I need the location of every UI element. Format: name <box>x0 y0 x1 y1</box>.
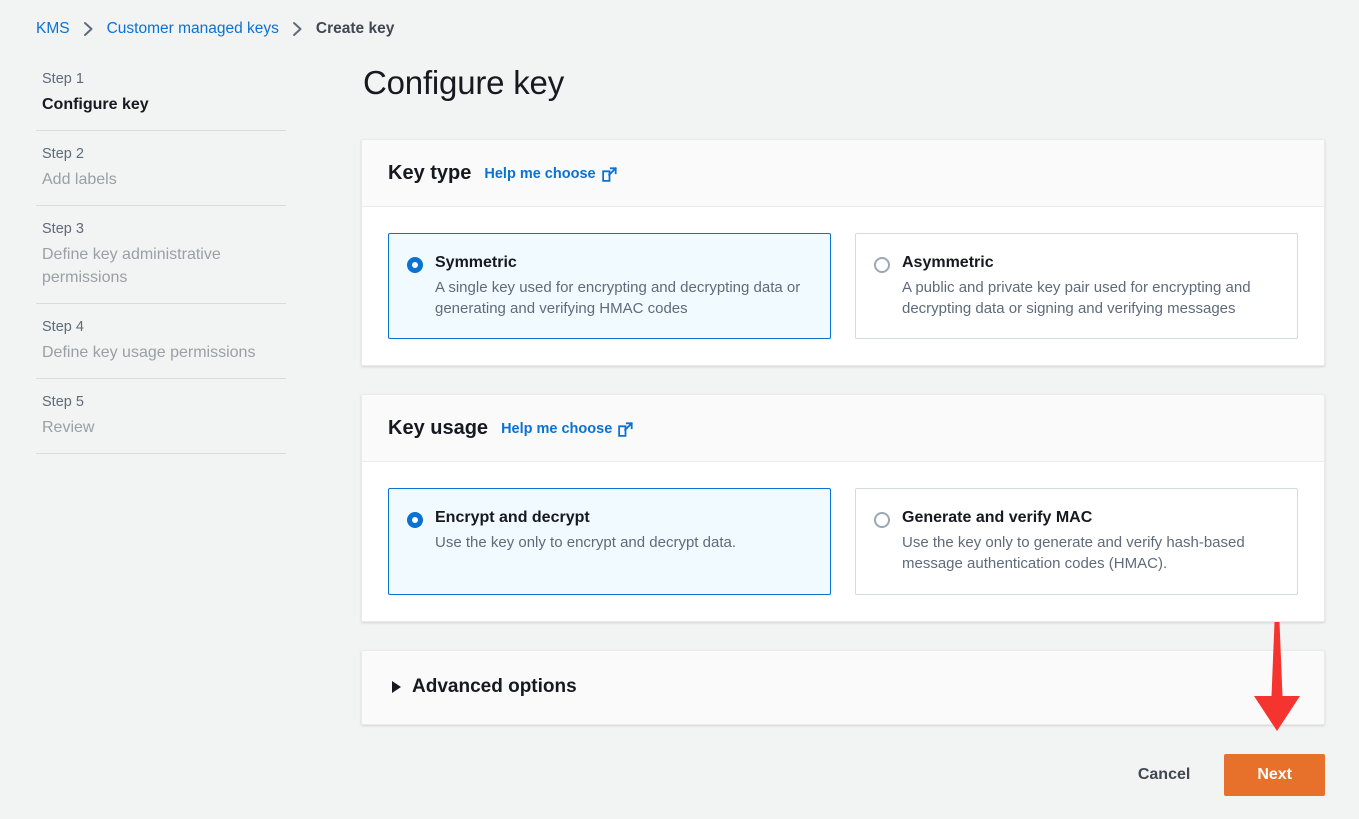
option-description: Use the key only to generate and verify … <box>902 534 1245 573</box>
key-type-option-asymmetric[interactable]: Asymmetric A public and private key pair… <box>855 233 1298 340</box>
advanced-options-expander[interactable]: Advanced options <box>361 649 1325 725</box>
step-number: Step 3 <box>42 220 84 237</box>
sidebar-step-2[interactable]: Step 2 Add labels <box>36 131 286 206</box>
advanced-options-label: Advanced options <box>412 675 577 697</box>
help-link-label: Help me choose <box>484 166 596 182</box>
step-number: Step 4 <box>42 319 84 335</box>
form-actions: Cancel Next <box>361 753 1325 796</box>
key-type-panel-header: Key type Help me choose <box>362 140 1324 207</box>
step-label: Define key usage permissions <box>42 343 256 361</box>
option-description: Use the key only to encrypt and decrypt … <box>435 534 737 552</box>
steps-sidebar: Step 1 Configure key Step 2 Add labels S… <box>36 64 286 454</box>
chevron-right-icon <box>279 21 316 37</box>
key-usage-panel-header: Key usage Help me choose <box>362 395 1324 463</box>
key-type-panel: Key type Help me choose Symmetric A sing… <box>361 139 1325 367</box>
cancel-button[interactable]: Cancel <box>1132 758 1196 792</box>
key-usage-option-encrypt-and-decrypt[interactable]: Encrypt and decrypt Use the key only to … <box>388 488 831 595</box>
key-usage-title: Key usage <box>388 417 489 440</box>
sidebar-step-3[interactable]: Step 3 Define key administrative permiss… <box>36 206 286 304</box>
radio-unselected-icon[interactable] <box>874 257 890 273</box>
caret-right-icon <box>392 680 401 693</box>
radio-selected-icon[interactable] <box>407 257 423 273</box>
page-title: Configure key <box>363 64 565 101</box>
key-type-option-symmetric[interactable]: Symmetric A single key used for encrypti… <box>388 233 831 340</box>
key-usage-options: Encrypt and decrypt Use the key only to … <box>362 462 1324 620</box>
key-usage-panel: Key usage Help me choose Encrypt and dec… <box>361 394 1325 622</box>
main-content: Configure key Key type Help me choose Sy… <box>361 64 1325 796</box>
key-type-help-me-choose-link[interactable]: Help me choose <box>484 166 617 182</box>
create-key-page: KMS Customer managed keys Create key Ste… <box>0 0 1359 819</box>
step-label: Review <box>42 418 95 436</box>
breadcrumb-item-customer-managed-keys[interactable]: Customer managed keys <box>107 20 279 38</box>
sidebar-step-4[interactable]: Step 4 Define key usage permissions <box>36 304 286 379</box>
key-usage-option-generate-and-verify-mac[interactable]: Generate and verify MAC Use the key only… <box>855 488 1298 595</box>
radio-unselected-icon[interactable] <box>874 512 890 529</box>
chevron-right-icon <box>70 21 107 37</box>
step-number: Step 5 <box>42 393 84 410</box>
option-title: Symmetric <box>435 254 517 271</box>
sidebar-step-1[interactable]: Step 1 Configure key <box>36 64 286 131</box>
option-description: A single key used for encrypting and dec… <box>435 279 801 317</box>
step-label: Add labels <box>42 170 117 188</box>
next-button[interactable]: Next <box>1224 753 1325 796</box>
sidebar-step-5[interactable]: Step 5 Review <box>36 379 286 454</box>
option-title: Generate and verify MAC <box>902 509 1093 527</box>
radio-selected-icon[interactable] <box>407 512 423 529</box>
step-label: Define key administrative permissions <box>42 245 221 286</box>
breadcrumb-item-kms[interactable]: KMS <box>36 20 70 38</box>
option-title: Encrypt and decrypt <box>435 509 590 527</box>
step-label: Configure key <box>42 95 149 113</box>
key-type-options: Symmetric A single key used for encrypti… <box>362 207 1324 365</box>
option-description: A public and private key pair used for e… <box>902 279 1251 317</box>
external-link-icon <box>618 421 634 437</box>
step-number: Step 1 <box>42 71 84 87</box>
external-link-icon <box>601 166 617 182</box>
option-title: Asymmetric <box>902 254 994 271</box>
help-link-label: Help me choose <box>501 421 613 438</box>
key-usage-help-me-choose-link[interactable]: Help me choose <box>501 421 634 438</box>
step-number: Step 2 <box>42 145 84 162</box>
key-type-title: Key type <box>388 162 472 184</box>
breadcrumb: KMS Customer managed keys Create key <box>36 20 394 38</box>
breadcrumb-item-create-key: Create key <box>315 20 395 37</box>
